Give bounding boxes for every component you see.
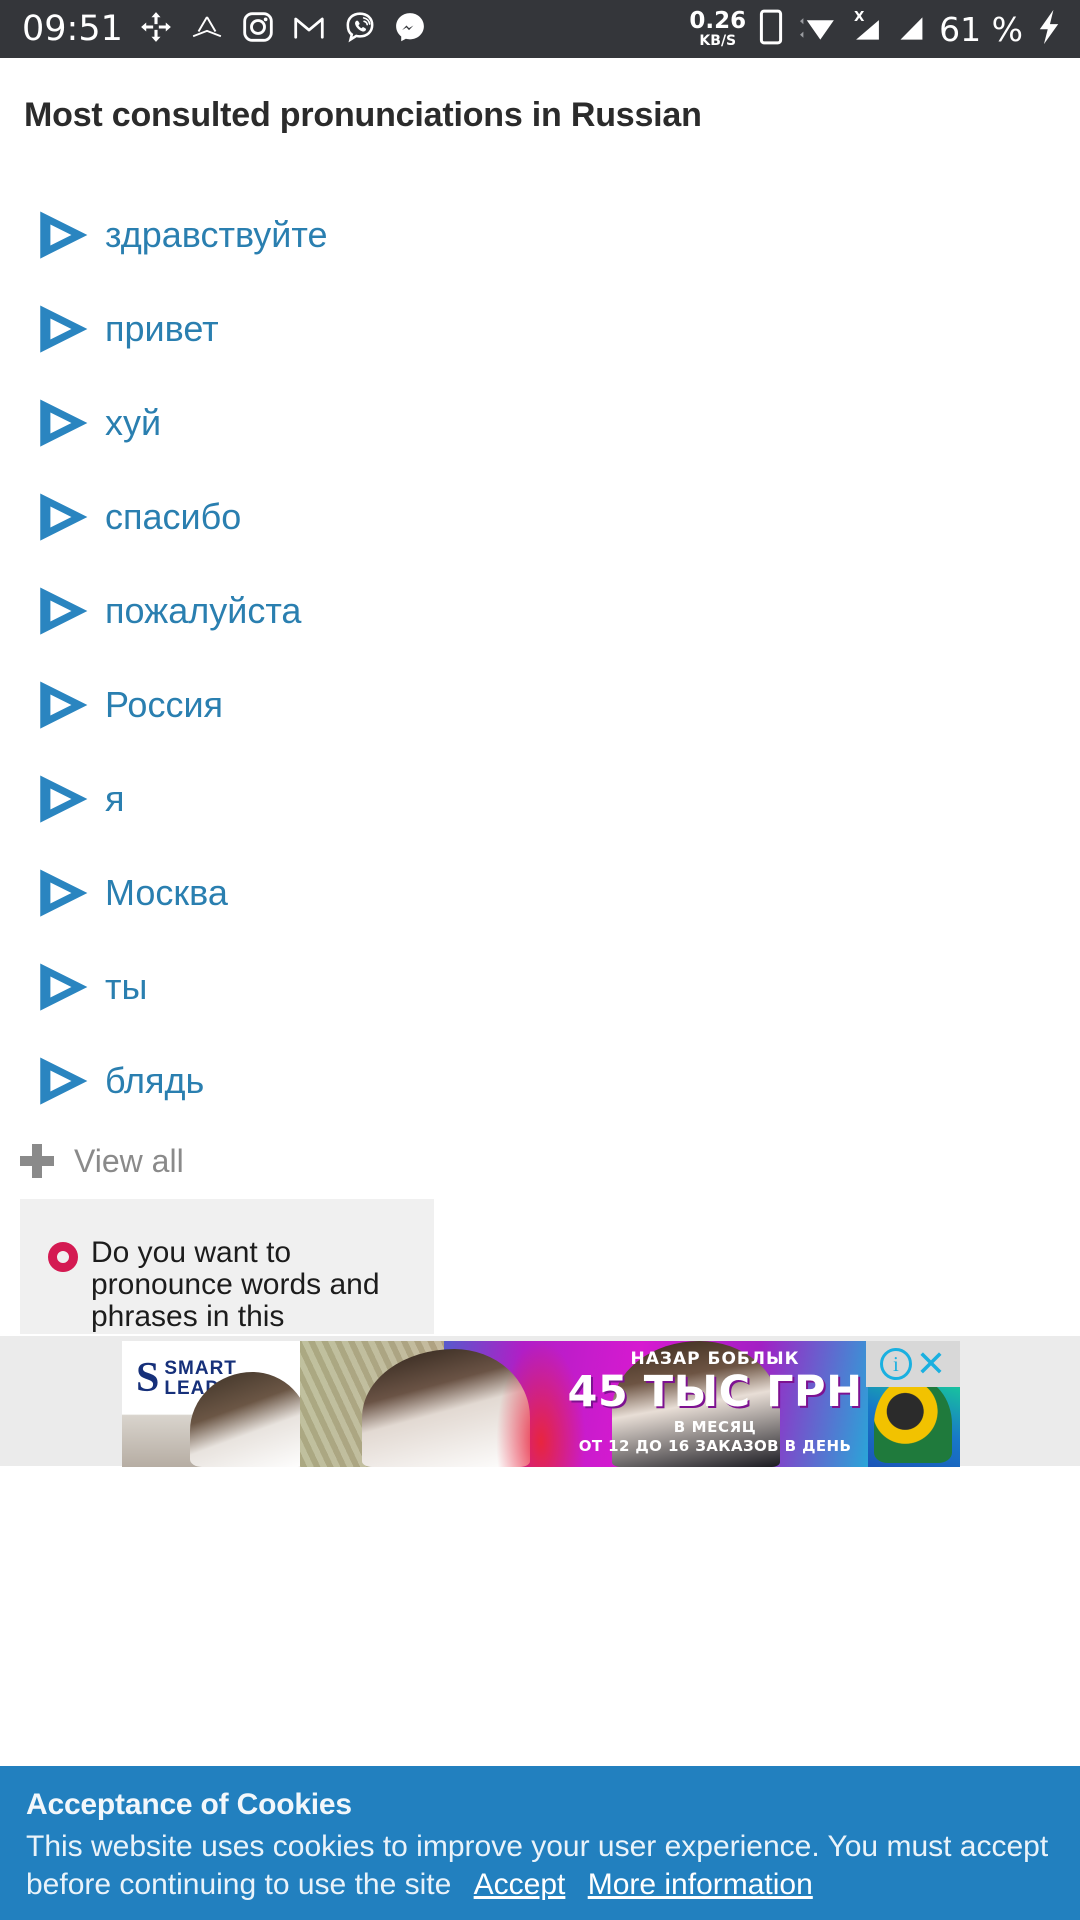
- list-item[interactable]: блядь: [0, 1034, 1080, 1128]
- logo-line-1: SMART: [164, 1358, 237, 1379]
- cookie-more-info-link[interactable]: More information: [588, 1868, 813, 1901]
- move-arrows-icon: [139, 10, 173, 49]
- pronunciation-word[interactable]: блядь: [105, 1063, 204, 1099]
- list-item[interactable]: пожалуйста: [0, 564, 1080, 658]
- status-bar-clock: 09:51: [22, 8, 123, 49]
- promo-card[interactable]: Do you want to pronounce words and phras…: [20, 1199, 434, 1334]
- bolt-icon: [1036, 8, 1062, 51]
- instagram-icon: [241, 10, 275, 49]
- signal-1-icon: X: [849, 9, 883, 50]
- play-icon[interactable]: [33, 770, 91, 828]
- play-icon[interactable]: [33, 394, 91, 452]
- view-all-button[interactable]: View all: [20, 1131, 184, 1191]
- list-item[interactable]: Россия: [0, 658, 1080, 752]
- pronunciation-list: здравствуйте привет хуй спасибо пожалуйс…: [0, 188, 1080, 1128]
- pronunciation-word[interactable]: ты: [105, 969, 147, 1005]
- cookie-banner-title: Acceptance of Cookies: [26, 1788, 352, 1821]
- cookie-banner-body: This website uses cookies to improve you…: [26, 1828, 1054, 1905]
- network-speed-unit: KB/S: [699, 32, 737, 49]
- viber-icon: [343, 10, 377, 49]
- ad-headline-amount: 45 ТЫС ГРН: [567, 1367, 863, 1417]
- ad-subline-2: ОТ 12 ДО 16 ЗАКАЗОВ В ДЕНЬ: [578, 1436, 852, 1455]
- svg-text:X: X: [854, 9, 865, 25]
- pronunciation-word[interactable]: хуй: [105, 405, 161, 441]
- page-title: Most consulted pronunciations in Russian: [24, 96, 702, 134]
- network-speed-value: 0.26: [689, 8, 747, 35]
- network-speed-indicator: 0.26 KB/S: [689, 8, 747, 49]
- list-item[interactable]: привет: [0, 282, 1080, 376]
- plus-icon: [20, 1144, 54, 1178]
- clothes-hanger-icon: [189, 10, 225, 49]
- ad-mascot-image: [874, 1377, 952, 1463]
- pronunciation-word[interactable]: Россия: [105, 687, 223, 723]
- status-bar-right-group: 0.26 KB/S X 61 %: [689, 8, 1062, 51]
- play-icon[interactable]: [33, 488, 91, 546]
- pronunciation-word[interactable]: Москва: [105, 875, 228, 911]
- list-item[interactable]: Москва: [0, 846, 1080, 940]
- promo-card-line: Do you want to pronounce words and phras…: [48, 1236, 412, 1334]
- play-icon[interactable]: [33, 958, 91, 1016]
- battery-percent-label: 61 %: [939, 9, 1023, 49]
- list-item[interactable]: здравствуйте: [0, 188, 1080, 282]
- ad-banner[interactable]: S SMART LEAD НАЗАР БОБЛЫК 45 ТЫС ГРН В М…: [122, 1341, 960, 1467]
- pronunciation-word[interactable]: спасибо: [105, 499, 241, 535]
- play-icon[interactable]: [33, 864, 91, 922]
- cookie-accept-link[interactable]: Accept: [474, 1868, 566, 1901]
- ad-headline-name: НАЗАР БОБЛЫК: [630, 1349, 800, 1369]
- phone-icon: [759, 9, 783, 50]
- ad-content-pane: НАЗАР БОБЛЫК 45 ТЫС ГРН В МЕСЯЦ ОТ 12 ДО…: [300, 1341, 868, 1467]
- phone-screen: 09:51 0.26 KB/S X 61 % Most consulted pr…: [0, 0, 1080, 1920]
- pronunciation-word[interactable]: привет: [105, 311, 219, 347]
- status-bar-left-group: 09:51: [22, 10, 689, 49]
- adchoices-info-icon[interactable]: i: [879, 1348, 912, 1380]
- list-item[interactable]: я: [0, 752, 1080, 846]
- play-icon[interactable]: [33, 1052, 91, 1110]
- logo-symbol: S: [136, 1355, 160, 1402]
- ad-controls[interactable]: i ✕: [866, 1341, 960, 1387]
- signal-2-icon: [896, 9, 926, 50]
- pronunciation-word[interactable]: здравствуйте: [105, 217, 328, 253]
- wifi-icon: [796, 10, 836, 49]
- cookie-consent-banner: Acceptance of Cookies This website uses …: [0, 1766, 1080, 1920]
- pronunciation-word[interactable]: я: [105, 781, 125, 817]
- messenger-icon: [393, 10, 427, 49]
- play-icon[interactable]: [33, 300, 91, 358]
- list-item[interactable]: спасибо: [0, 470, 1080, 564]
- pronunciation-word[interactable]: пожалуйста: [105, 593, 301, 629]
- play-icon[interactable]: [33, 676, 91, 734]
- ad-subline-1: В МЕСЯЦ: [673, 1417, 757, 1436]
- record-ring-icon: [48, 1242, 78, 1272]
- play-icon[interactable]: [33, 582, 91, 640]
- status-bar: 09:51 0.26 KB/S X 61 %: [0, 0, 1080, 58]
- list-item[interactable]: ты: [0, 940, 1080, 1034]
- ad-close-icon[interactable]: ✕: [916, 1345, 946, 1381]
- list-item[interactable]: хуй: [0, 376, 1080, 470]
- view-all-label: View all: [74, 1142, 184, 1179]
- play-icon[interactable]: [33, 206, 91, 264]
- promo-card-text: Do you want to pronounce words and phras…: [91, 1236, 380, 1334]
- ad-text-block: НАЗАР БОБЛЫК 45 ТЫС ГРН В МЕСЯЦ ОТ 12 ДО…: [555, 1349, 868, 1455]
- gmail-icon: [291, 10, 327, 49]
- ad-logo-pane: S SMART LEAD: [122, 1341, 310, 1467]
